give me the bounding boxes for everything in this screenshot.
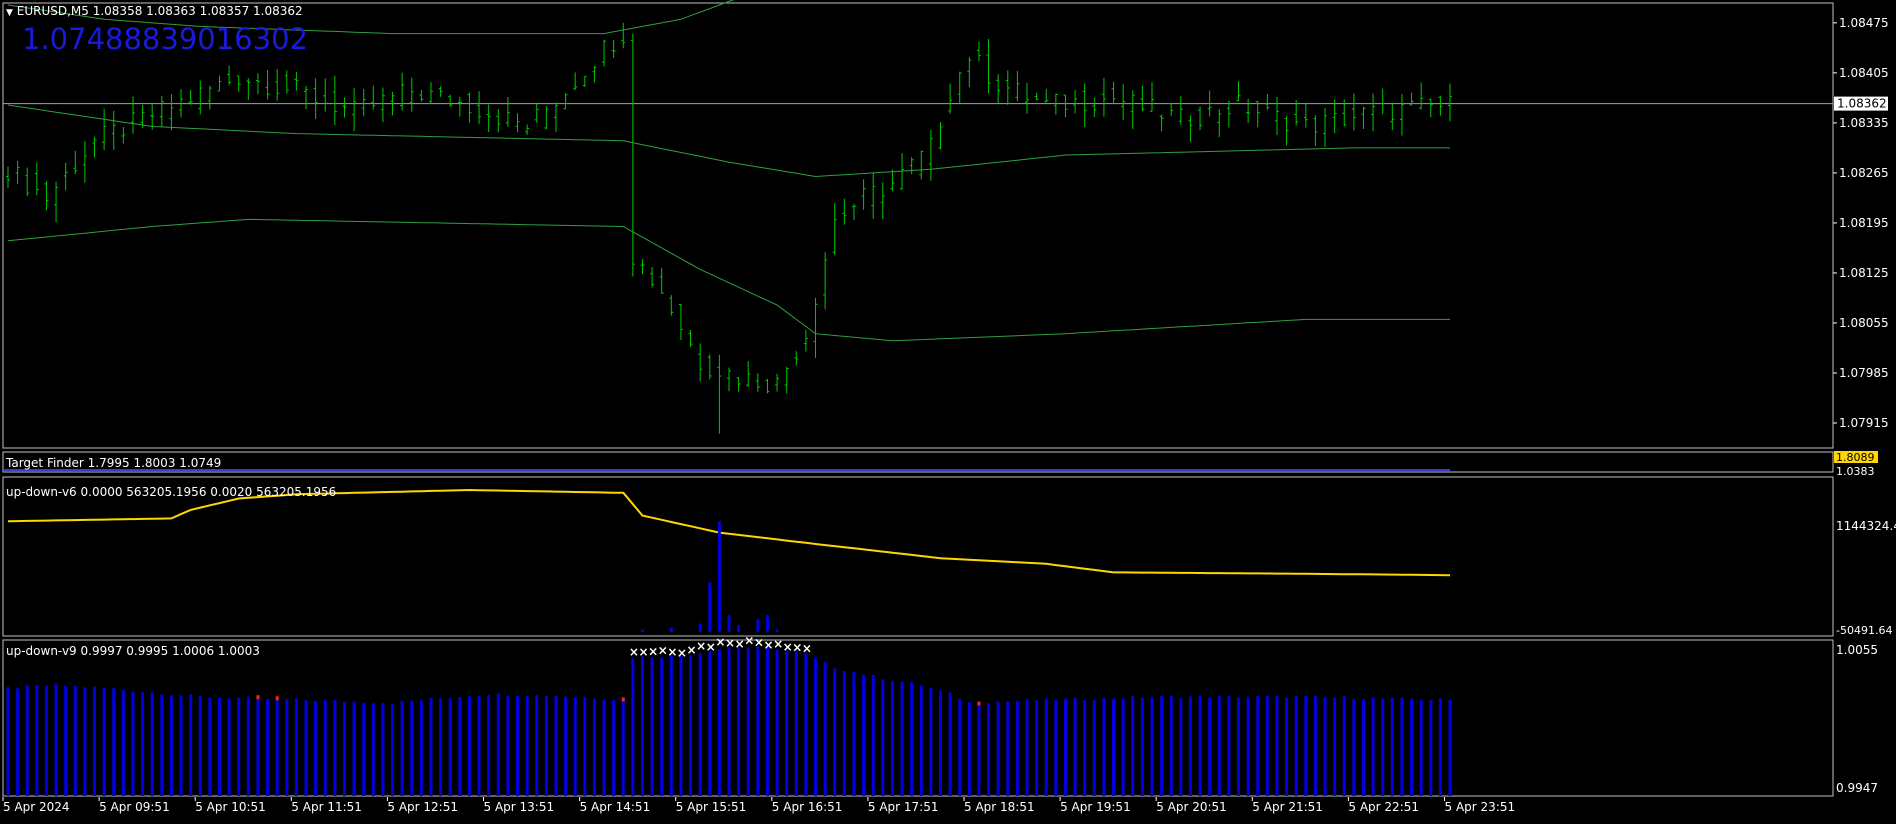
updown9-x-marker: × bbox=[658, 644, 668, 658]
updown9-x-marker: × bbox=[725, 636, 735, 650]
price-tick-label: 1.07915 bbox=[1839, 416, 1889, 430]
updown9-x-marker: × bbox=[648, 645, 658, 659]
time-tick-label: 5 Apr 12:51 bbox=[387, 800, 458, 814]
time-tick-label: 5 Apr 21:51 bbox=[1252, 800, 1323, 814]
updown9-x-marker: × bbox=[792, 640, 802, 654]
updown9-x-marker: × bbox=[773, 637, 783, 651]
updown9-red-marker bbox=[256, 695, 260, 700]
time-tick-label: 5 Apr 2024 bbox=[3, 800, 70, 814]
updown9-header: up-down-v9 0.9997 0.9995 1.0006 1.0003 bbox=[6, 644, 260, 658]
updown6-axis-top: 1144324.4 bbox=[1836, 519, 1896, 533]
updown9-red-marker bbox=[977, 701, 981, 706]
updown6-header: up-down-v6 0.0000 563205.1956 0.0020 563… bbox=[6, 485, 337, 499]
time-tick-label: 5 Apr 15:51 bbox=[676, 800, 747, 814]
price-tick-label: 1.08055 bbox=[1839, 316, 1889, 330]
updown6-yellow-line bbox=[7, 488, 1451, 577]
updown9-x-marker: × bbox=[715, 635, 725, 649]
time-tick-label: 5 Apr 11:51 bbox=[291, 800, 362, 814]
time-tick-label: 5 Apr 16:51 bbox=[772, 800, 843, 814]
current-price-tag-text: 1.08362 bbox=[1837, 97, 1887, 111]
time-tick-label: 5 Apr 19:51 bbox=[1060, 800, 1131, 814]
updown9-x-marker: × bbox=[687, 643, 697, 657]
updown9-x-marker: × bbox=[667, 645, 677, 659]
symbol-ohlc-text: EURUSD,M5 1.08358 1.08363 1.08357 1.0836… bbox=[16, 4, 303, 18]
price-tick-label: 1.08405 bbox=[1839, 66, 1889, 80]
updown6-axis-bottom: -50491.64 bbox=[1836, 624, 1892, 637]
price-tick-label: 1.07985 bbox=[1839, 366, 1889, 380]
indicator-big-value: 1.07488839016302 bbox=[22, 22, 308, 56]
target-tag-white-text: 1.0383 bbox=[1836, 465, 1875, 478]
envelope-lower-line bbox=[7, 218, 1450, 342]
updown9-red-marker bbox=[621, 697, 625, 702]
collapse-triangle-icon[interactable]: ▼ bbox=[6, 8, 13, 18]
chart-canvas[interactable]: 1.08475 1.08405 1.08335 1.08265 1.08195 1.081… bbox=[0, 0, 1896, 820]
envelope-middle-line bbox=[7, 104, 1450, 178]
updown9-x-marker: × bbox=[706, 640, 716, 654]
time-tick-label: 5 Apr 09:51 bbox=[99, 800, 170, 814]
price-tick-label: 1.08335 bbox=[1839, 116, 1889, 130]
updown9-x-marker: × bbox=[629, 645, 639, 659]
time-tick-label: 5 Apr 23:51 bbox=[1445, 800, 1516, 814]
target-finder-header: Target Finder 1.7995 1.8003 1.0749 bbox=[6, 456, 222, 470]
price-tick-label: 1.08475 bbox=[1839, 16, 1889, 30]
updown9-red-marker bbox=[275, 696, 279, 701]
time-tick-label: 5 Apr 20:51 bbox=[1156, 800, 1227, 814]
target-tag-yellow-text: 1.8089 bbox=[1836, 451, 1875, 464]
updown9-x-marker: × bbox=[735, 637, 745, 651]
price-tick-label: 1.08125 bbox=[1839, 266, 1889, 280]
updown9-x-marker: × bbox=[744, 633, 754, 647]
time-tick-label: 5 Apr 14:51 bbox=[580, 800, 651, 814]
updown9-x-marker: × bbox=[802, 642, 812, 656]
time-tick-label: 5 Apr 10:51 bbox=[195, 800, 266, 814]
chart-header: ▼ EURUSD,M5 1.08358 1.08363 1.08357 1.08… bbox=[6, 4, 303, 18]
price-tick-label: 1.08195 bbox=[1839, 216, 1889, 230]
mt4-chart-window[interactable]: 1.08475 1.08405 1.08335 1.08265 1.08195 1.081… bbox=[0, 0, 1896, 820]
updown9-x-marker: × bbox=[677, 646, 687, 660]
price-tick-label: 1.08265 bbox=[1839, 166, 1889, 180]
updown9-axis-top: 1.0055 bbox=[1836, 643, 1878, 657]
time-tick-label: 5 Apr 17:51 bbox=[868, 800, 939, 814]
time-tick-label: 5 Apr 18:51 bbox=[964, 800, 1035, 814]
updown9-x-marker: × bbox=[754, 636, 764, 650]
updown9-x-marker: × bbox=[638, 645, 648, 659]
updown9-x-marker: × bbox=[696, 639, 706, 653]
time-tick-label: 5 Apr 22:51 bbox=[1348, 800, 1419, 814]
updown9-x-marker: × bbox=[763, 638, 773, 652]
time-tick-label: 5 Apr 13:51 bbox=[484, 800, 555, 814]
updown9-x-marker: × bbox=[783, 640, 793, 654]
updown9-axis-bottom: 0.9947 bbox=[1836, 781, 1878, 795]
